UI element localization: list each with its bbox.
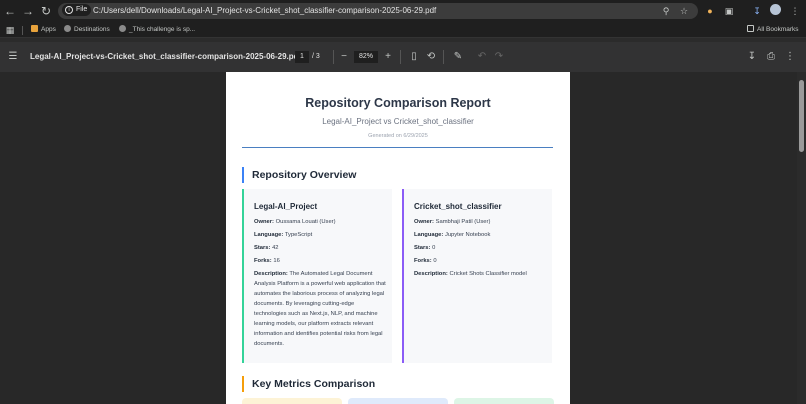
report-subtitle: Legal-AI_Project vs Cricket_shot_classif…	[322, 117, 474, 126]
repo-a-description: Description: The Automated Legal Documen…	[254, 271, 386, 347]
annotate-icon[interactable]: ✎	[450, 49, 466, 65]
repo-b-language: Language: Jupyter Notebook	[414, 232, 491, 238]
overview-heading: Repository Overview	[242, 167, 356, 183]
undo-icon[interactable]: ↶	[474, 49, 490, 65]
pdf-title: Legal-AI_Project-vs-Cricket_shot_classif…	[30, 52, 302, 61]
repo-a-language: Language: TypeScript	[254, 232, 313, 238]
rotate-icon[interactable]: ⟲	[423, 49, 439, 65]
zoom-level-input[interactable]: 82%	[354, 51, 378, 63]
repo-card-a: Legal-AI_Project Owner: Oussama Louati (…	[242, 189, 392, 363]
print-icon[interactable]: ⎙	[763, 49, 779, 65]
bookmark-challenge[interactable]: _This challenge is sp...	[119, 22, 195, 38]
bookmark-destinations[interactable]: Destinations	[64, 22, 110, 38]
repo-b-forks: Forks: 0	[414, 258, 437, 264]
header-divider	[242, 147, 553, 148]
download-icon[interactable]: ↧	[744, 49, 760, 65]
page-number-input[interactable]: 1	[295, 51, 309, 63]
apps-grid-icon[interactable]: ▦	[3, 23, 17, 37]
bookmarks-divider	[22, 26, 23, 35]
repo-b-description: Description: Cricket Shots Classifier mo…	[414, 271, 527, 277]
file-chip-label: File	[76, 6, 88, 13]
report-title: Repository Comparison Report	[305, 96, 491, 110]
url-text[interactable]: C:/Users/dell/Downloads/Legal-AI_Project…	[93, 3, 436, 19]
generated-date: Generated on 6/29/2025	[368, 133, 428, 139]
extensions-puzzle-icon[interactable]: ▣	[722, 4, 736, 18]
sidebar-menu-icon[interactable]: ☰	[5, 49, 21, 65]
site-info-chip[interactable]: i File	[62, 4, 92, 16]
scrollbar-thumb[interactable]	[799, 80, 804, 152]
forward-icon[interactable]: →	[20, 3, 36, 19]
more-options-icon[interactable]: ⋮	[782, 49, 798, 65]
apps-icon	[31, 25, 38, 32]
repo-card-b: Cricket_shot_classifier Owner: Sambhaji …	[402, 189, 552, 363]
repo-a-stars: Stars: 42	[254, 245, 279, 251]
metric-card	[242, 398, 342, 404]
metrics-heading: Key Metrics Comparison	[242, 376, 375, 392]
search-icon[interactable]: ⚲	[659, 4, 673, 18]
extension-icon[interactable]: ●	[703, 4, 717, 18]
toolbar-divider	[443, 50, 444, 64]
all-bookmarks[interactable]: All Bookmarks	[747, 22, 799, 38]
page-count: / 3	[312, 53, 320, 60]
download-icon[interactable]: ↧	[750, 4, 764, 18]
globe-icon	[64, 25, 71, 32]
redo-icon[interactable]: ↷	[491, 49, 507, 65]
info-icon: i	[65, 6, 73, 14]
globe-icon	[119, 25, 126, 32]
back-icon[interactable]: ←	[2, 3, 18, 19]
pdf-page: Repository Comparison Report Legal-AI_Pr…	[226, 72, 570, 404]
repo-a-owner: Owner: Oussama Louati (User)	[254, 219, 336, 225]
toolbar-divider	[333, 50, 334, 64]
fit-page-icon[interactable]: ▯	[406, 49, 422, 65]
zoom-in-icon[interactable]: +	[380, 49, 396, 65]
metric-card	[454, 398, 554, 404]
reload-icon[interactable]: ↻	[38, 3, 54, 19]
repo-a-forks: Forks: 16	[254, 258, 280, 264]
toolbar-divider	[400, 50, 401, 64]
repo-b-stars: Stars: 0	[414, 245, 436, 251]
repo-b-name: Cricket_shot_classifier	[414, 202, 502, 211]
repo-b-owner: Owner: Sambhaji Patil (User)	[414, 219, 491, 225]
zoom-out-icon[interactable]: −	[336, 49, 352, 65]
bookmark-apps[interactable]: Apps	[31, 22, 56, 38]
browser-menu-icon[interactable]: ⋮	[788, 4, 802, 18]
bookmark-star-icon[interactable]: ☆	[677, 4, 691, 18]
folder-icon	[747, 25, 754, 32]
metric-card	[348, 398, 448, 404]
profile-avatar[interactable]	[768, 4, 782, 18]
repo-a-name: Legal-AI_Project	[254, 202, 318, 211]
